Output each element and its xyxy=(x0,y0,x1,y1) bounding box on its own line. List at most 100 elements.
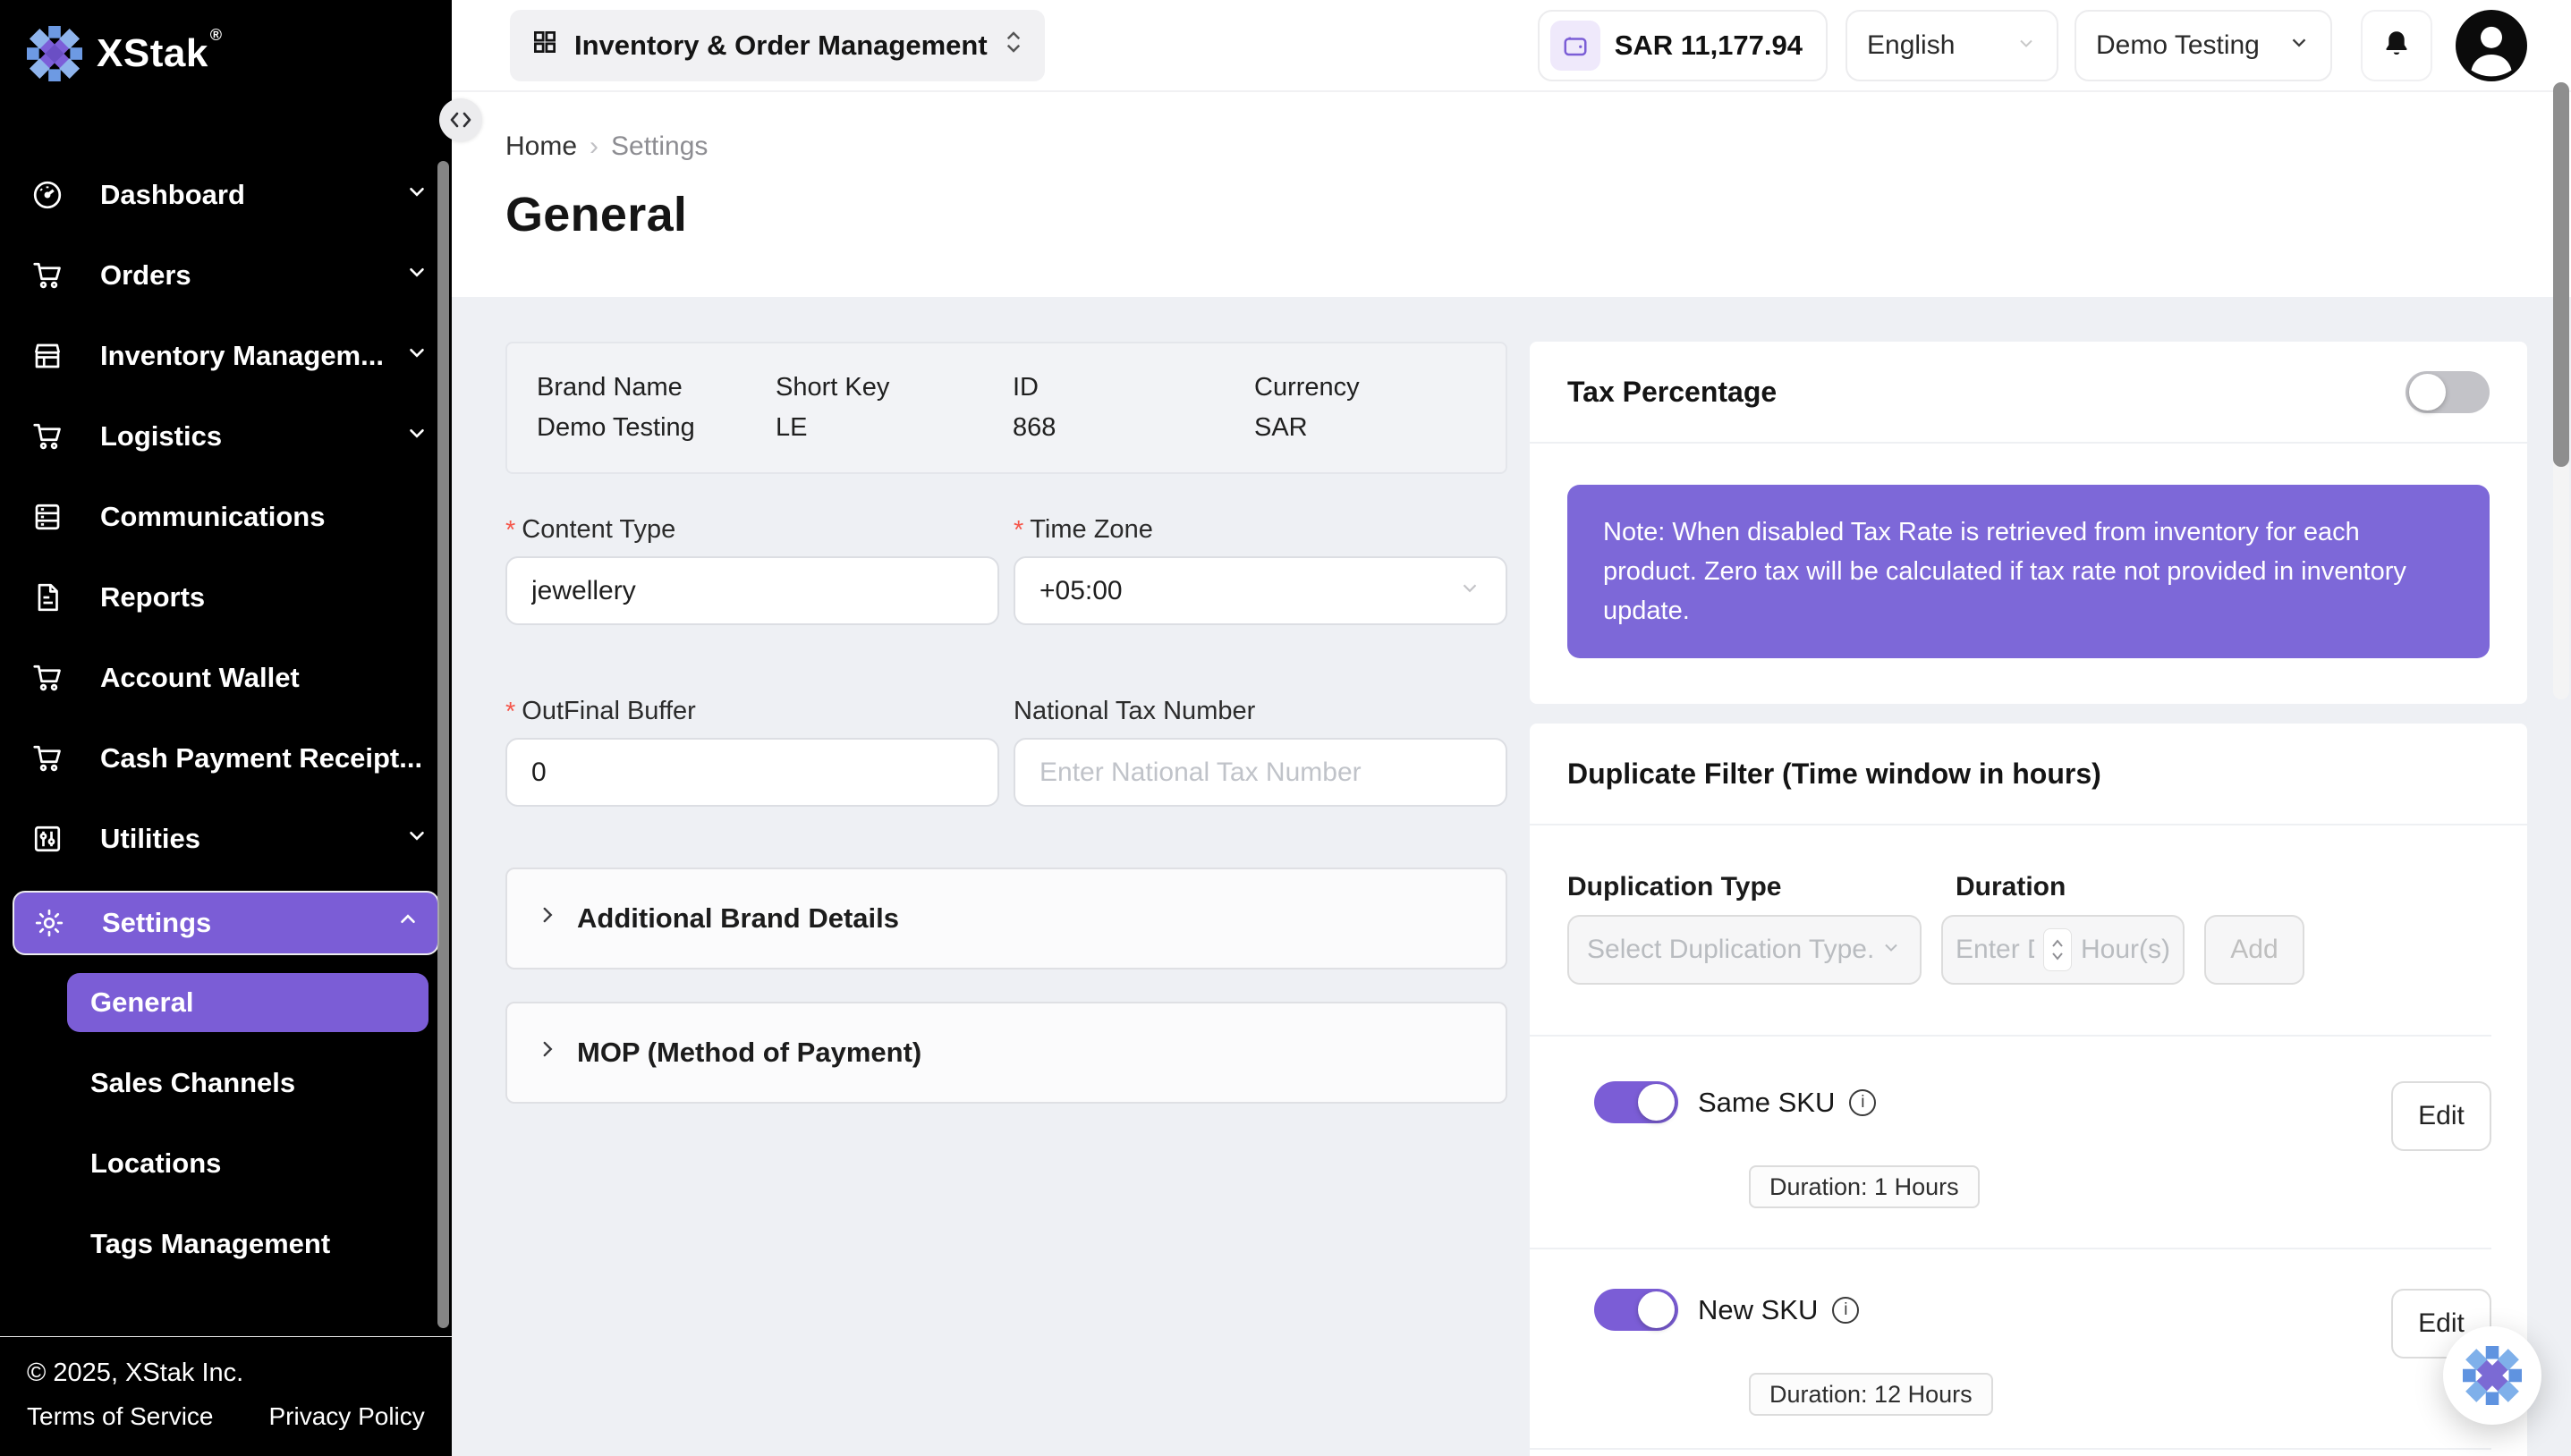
new-sku-toggle[interactable] xyxy=(1594,1289,1678,1331)
duplication-type-select[interactable]: Select Duplication Type. xyxy=(1567,915,1922,985)
terms-of-service-link[interactable]: Terms of Service xyxy=(27,1402,214,1431)
additional-brand-details-accordion[interactable]: Additional Brand Details xyxy=(505,868,1507,969)
brand-name: XStak® xyxy=(97,31,221,76)
info-icon[interactable]: i xyxy=(1849,1089,1876,1116)
chevron-up-icon xyxy=(396,908,420,938)
sidebar-subitem-general[interactable]: General xyxy=(67,973,428,1032)
chevron-down-icon xyxy=(2287,30,2311,61)
xstak-logo-icon xyxy=(27,26,82,81)
cart-icon xyxy=(27,420,68,453)
user-avatar[interactable] xyxy=(2456,10,2527,81)
tax-percentage-card: Tax Percentage Note: When disabled Tax R… xyxy=(1530,342,2527,704)
gear-icon xyxy=(29,907,70,939)
currency-label: Currency xyxy=(1254,373,1506,402)
add-button[interactable]: Add xyxy=(2204,915,2304,985)
time-zone-select[interactable]: +05:00 xyxy=(1014,556,1507,625)
tax-percentage-toggle[interactable] xyxy=(2406,371,2490,413)
sidebar-collapse-button[interactable] xyxy=(439,98,482,141)
required-marker: * xyxy=(505,515,515,546)
chevron-down-icon xyxy=(405,260,428,291)
brand-name-value: Demo Testing xyxy=(537,413,776,443)
id-value: 868 xyxy=(1013,413,1254,443)
clipped-sku-row xyxy=(1530,1448,2491,1456)
new-sku-label: New SKU xyxy=(1698,1294,1818,1326)
outfinal-buffer-input[interactable] xyxy=(505,738,999,807)
tax-note: Note: When disabled Tax Rate is retrieve… xyxy=(1567,485,2490,658)
sidebar-item-logistics[interactable]: Logistics xyxy=(27,408,428,465)
chevron-down-icon xyxy=(1880,935,1902,965)
time-zone-label: Time Zone xyxy=(1030,515,1153,545)
chevron-right-icon xyxy=(536,1037,559,1068)
sidebar-item-settings[interactable]: Settings xyxy=(13,891,439,955)
sidebar-nav: Dashboard Orders Inventory Managem... xyxy=(0,89,452,1336)
sidebar: XStak® Dashboard Orders I xyxy=(0,0,452,1456)
dashboard-icon xyxy=(27,179,68,211)
duplicate-filter-card: Duplicate Filter (Time window in hours) … xyxy=(1530,724,2527,1456)
chevron-down-icon xyxy=(405,180,428,210)
sidebar-item-account-wallet[interactable]: Account Wallet xyxy=(27,649,428,707)
sidebar-scrollbar[interactable] xyxy=(437,161,449,1328)
wallet-icon xyxy=(1550,21,1600,71)
floating-assistant-button[interactable] xyxy=(2443,1326,2541,1425)
sidebar-item-reports[interactable]: Reports xyxy=(27,569,428,626)
cart-icon xyxy=(27,742,68,775)
breadcrumb-current: Settings xyxy=(611,131,708,162)
chevron-right-icon xyxy=(536,903,559,934)
outfinal-buffer-field: *OutFinal Buffer xyxy=(505,697,999,807)
chevron-down-icon xyxy=(405,824,428,854)
national-tax-number-field: National Tax Number xyxy=(1014,697,1507,807)
brand-select[interactable]: Demo Testing xyxy=(2075,10,2332,81)
app-root: XStak® Dashboard Orders I xyxy=(0,0,2571,1456)
required-marker: * xyxy=(1014,515,1023,546)
same-sku-row: Same SKU i Edit Duration: 1 Hours xyxy=(1530,1035,2491,1248)
sidebar-item-utilities[interactable]: Utilities xyxy=(27,810,428,868)
sidebar-item-orders[interactable]: Orders xyxy=(27,247,428,304)
general-settings-column: Brand Name Short Key ID Currency Demo Te… xyxy=(505,342,1507,1456)
same-sku-label: Same SKU xyxy=(1698,1087,1835,1119)
store-icon xyxy=(27,340,68,372)
page-scrollbar-thumb[interactable] xyxy=(2553,82,2569,467)
brand-logo[interactable]: XStak® xyxy=(0,0,452,89)
page-content: Brand Name Short Key ID Currency Demo Te… xyxy=(452,297,2571,1456)
notifications-button[interactable] xyxy=(2361,10,2432,81)
trademark: ® xyxy=(210,26,223,44)
currency-value: SAR xyxy=(1254,413,1506,443)
national-tax-number-input[interactable] xyxy=(1014,738,1507,807)
breadcrumb-home[interactable]: Home xyxy=(505,131,577,162)
sidebar-subitem-tags-management[interactable]: Tags Management xyxy=(67,1215,428,1274)
outfinal-buffer-label: OutFinal Buffer xyxy=(522,697,696,726)
chevron-down-icon xyxy=(2015,30,2037,61)
sidebar-item-cash-payment-receipt[interactable]: Cash Payment Receipt... xyxy=(27,730,428,787)
same-sku-toggle[interactable] xyxy=(1594,1081,1678,1123)
sidebar-item-inventory-management[interactable]: Inventory Managem... xyxy=(27,327,428,385)
content-type-input[interactable] xyxy=(505,556,999,625)
topbar: Inventory & Order Management SAR 11,177.… xyxy=(452,0,2571,92)
duplicate-filter-title: Duplicate Filter (Time window in hours) xyxy=(1567,758,2101,791)
updown-chevron-icon xyxy=(1004,29,1023,63)
chevron-down-icon xyxy=(405,341,428,371)
privacy-policy-link[interactable]: Privacy Policy xyxy=(269,1402,425,1431)
cart-icon xyxy=(27,259,68,292)
sidebar-subitem-locations[interactable]: Locations xyxy=(67,1134,428,1193)
id-label: ID xyxy=(1013,373,1254,402)
number-stepper-icon[interactable] xyxy=(2043,928,2072,971)
info-icon[interactable]: i xyxy=(1832,1297,1859,1324)
breadcrumb: Home › Settings xyxy=(505,131,2571,162)
language-select[interactable]: English xyxy=(1846,10,2058,81)
same-sku-edit-button[interactable]: Edit xyxy=(2391,1081,2491,1151)
page-header: Home › Settings General xyxy=(452,92,2571,297)
short-key-value: LE xyxy=(776,413,1013,443)
product-switcher[interactable]: Inventory & Order Management xyxy=(510,10,1045,81)
tax-percentage-title: Tax Percentage xyxy=(1567,376,1777,409)
required-marker: * xyxy=(505,697,515,727)
brand-info-box: Brand Name Short Key ID Currency Demo Te… xyxy=(505,342,1507,474)
duration-input-group[interactable]: Enter Dup... Hour(s) xyxy=(1941,915,2185,985)
chevron-down-icon xyxy=(405,421,428,452)
duration-suffix: Hour(s) xyxy=(2081,935,2170,965)
sidebar-item-dashboard[interactable]: Dashboard xyxy=(27,166,428,224)
wallet-balance-pill[interactable]: SAR 11,177.94 xyxy=(1538,10,1828,81)
sidebar-item-communications[interactable]: Communications xyxy=(27,488,428,546)
short-key-label: Short Key xyxy=(776,373,1013,402)
sidebar-subitem-sales-channels[interactable]: Sales Channels xyxy=(67,1054,428,1113)
mop-accordion[interactable]: MOP (Method of Payment) xyxy=(505,1002,1507,1104)
